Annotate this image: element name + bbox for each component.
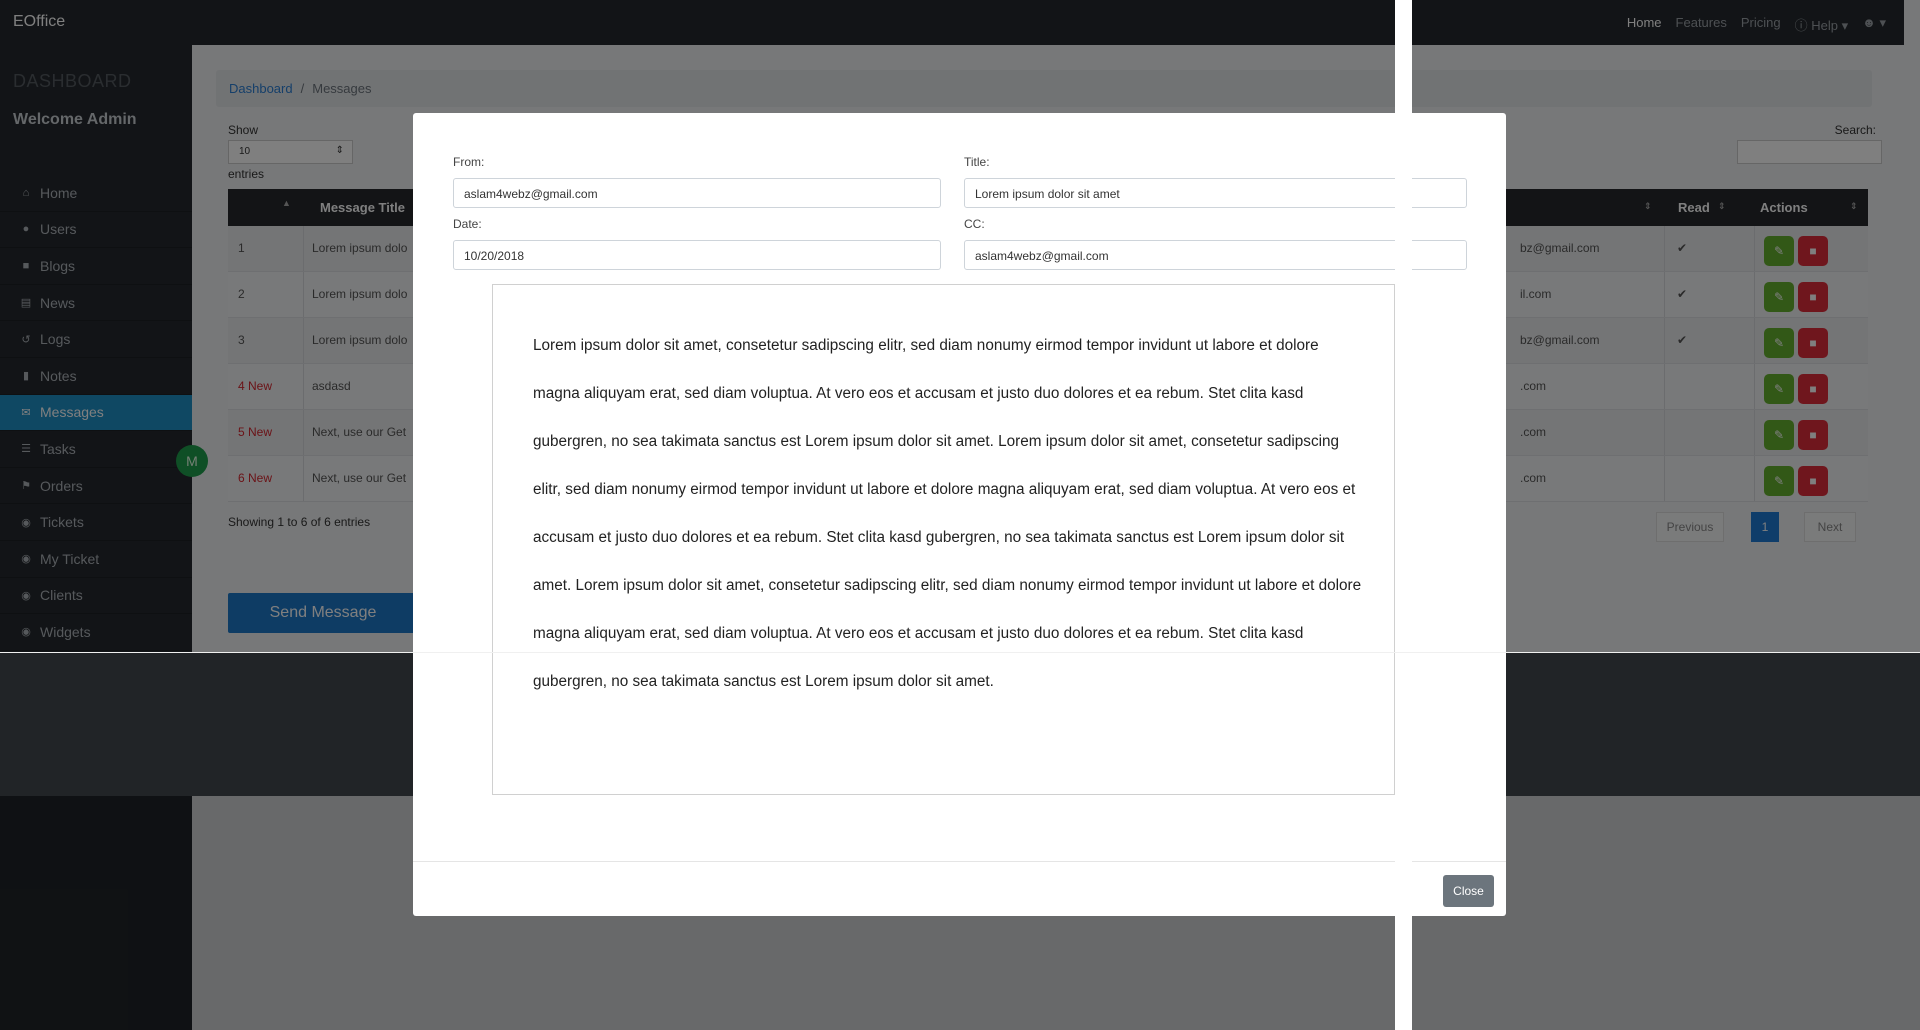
- from-field[interactable]: aslam4webz@gmail.com: [453, 178, 941, 208]
- title-label: Title:: [964, 155, 990, 169]
- message-body-text: Lorem ipsum dolor sit amet, consetetur s…: [533, 337, 1362, 690]
- render-artifact-line: [0, 652, 1920, 653]
- cc-field[interactable]: aslam4webz@gmail.com: [964, 240, 1467, 270]
- modal-footer: [413, 861, 1506, 862]
- cc-label: CC:: [964, 217, 985, 231]
- date-label: Date:: [453, 217, 482, 231]
- date-field[interactable]: 10/20/2018: [453, 240, 941, 270]
- close-button[interactable]: Close: [1443, 875, 1494, 907]
- from-label: From:: [453, 155, 485, 169]
- render-artifact-stripe: [1395, 0, 1412, 1030]
- message-view-modal: From: aslam4webz@gmail.com Title: Lorem …: [413, 113, 1506, 916]
- message-body-editor[interactable]: Lorem ipsum dolor sit amet, consetetur s…: [492, 284, 1395, 795]
- title-field[interactable]: Lorem ipsum dolor sit amet: [964, 178, 1467, 208]
